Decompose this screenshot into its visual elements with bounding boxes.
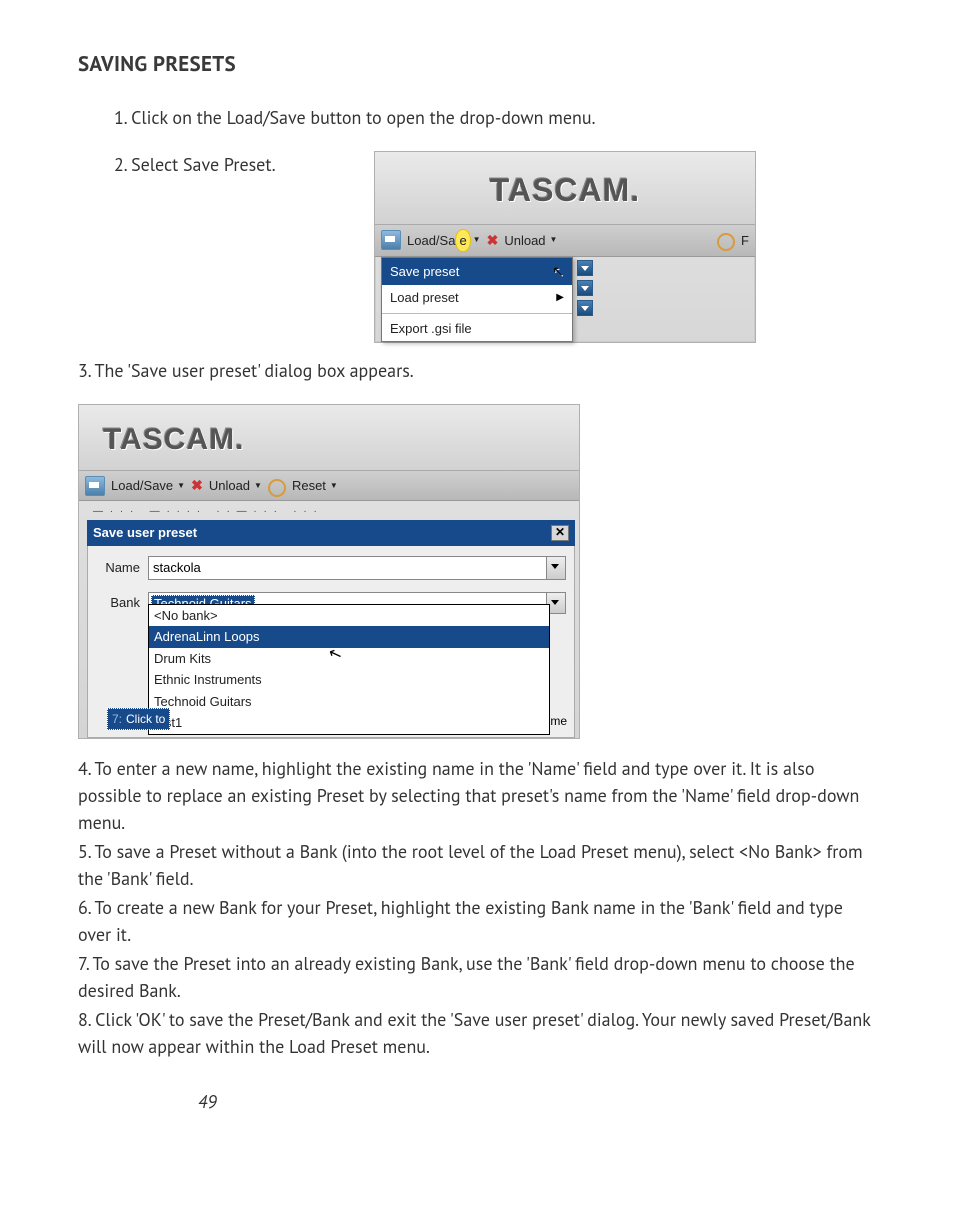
menu-separator — [382, 313, 572, 314]
unload-button[interactable]: Unload ▼ — [209, 476, 262, 496]
right-dropdown-buttons — [577, 257, 593, 342]
chevron-down-icon: ▼ — [330, 480, 338, 492]
dropdown-button[interactable] — [577, 260, 593, 276]
dropdown-button[interactable] — [577, 300, 593, 316]
dialog-badge: — · · · — · · · · · · — · · · · · · — [93, 504, 575, 519]
name-dropdown-button[interactable] — [547, 556, 566, 580]
loadsave-button[interactable]: Load/Save ▼ — [111, 476, 185, 496]
dropdown-button[interactable] — [577, 280, 593, 296]
unload-button[interactable]: Unload ▼ — [504, 231, 557, 251]
toolbar-2: Load/Save ▼ ✖ Unload ▼ Reset ▼ — [79, 471, 579, 501]
reset-label: Reset — [292, 476, 326, 496]
bank-option-ethnic[interactable]: Ethnic Instruments — [149, 669, 549, 691]
dialog-titlebar: Save user preset ✕ — [87, 520, 575, 546]
chevron-down-icon: ▼ — [177, 480, 185, 492]
reset-label-fragment: F — [741, 231, 749, 251]
close-button[interactable]: ✕ — [551, 525, 569, 541]
x-icon: ✖ — [487, 230, 499, 251]
para-6: 6. To create a new Bank for your Preset,… — [78, 894, 876, 948]
highlight-circle-icon: e — [455, 229, 470, 253]
para-4: 4. To enter a new name, highlight the ex… — [78, 755, 876, 836]
loadsave-label: Load/Save — [111, 476, 173, 496]
cursor-icon: ↖ — [552, 261, 564, 282]
loadsave-button[interactable]: Load/Sa e ▼ — [407, 229, 481, 253]
x-icon: ✖ — [191, 475, 203, 496]
bank-option-drumkits[interactable]: Drum Kits — [149, 648, 549, 670]
bank-option-adrenalinn[interactable]: AdrenaLinn Loops — [149, 626, 549, 648]
page-heading: SAVING PRESETS — [78, 48, 876, 80]
reset-button[interactable]: Reset ▼ — [292, 476, 338, 496]
screenshot-save-user-preset: TASCAM. Load/Save ▼ ✖ Unload ▼ Reset ▼ —… — [78, 404, 580, 739]
chevron-down-icon: ▼ — [550, 234, 558, 246]
step-3: 3. The 'Save user preset' dialog box app… — [78, 357, 876, 384]
para-8: 8. Click 'OK' to save the Preset/Bank an… — [78, 1006, 876, 1060]
bank-option-nobank[interactable]: <No bank> — [149, 605, 549, 627]
menu-save-preset[interactable]: Save preset ↖ — [382, 258, 572, 285]
click-to-fragment: 7: Click to — [107, 708, 170, 730]
disk-icon — [381, 230, 401, 250]
toolbar: Load/Sa e ▼ ✖ Unload ▼ F — [375, 225, 755, 258]
disk-icon — [85, 476, 105, 496]
menu-load-preset-label: Load preset — [390, 288, 459, 308]
reset-icon — [717, 233, 735, 251]
menu-load-preset[interactable]: Load preset ▶ — [382, 285, 572, 311]
unload-label: Unload — [209, 476, 250, 496]
submenu-arrow-icon: ▶ — [556, 290, 564, 305]
name-label: Name — [96, 558, 140, 578]
step-1: 1. Click on the Load/Save button to open… — [114, 104, 876, 131]
page-number: 49 — [198, 1088, 876, 1115]
reset-icon — [268, 479, 286, 497]
menu-export-gsi[interactable]: Export .gsi file — [382, 316, 572, 342]
menu-save-preset-label: Save preset — [390, 262, 459, 282]
loadsave-label-hl: e — [459, 233, 466, 248]
tascam-logo: TASCAM. — [79, 405, 579, 471]
menu-export-gsi-label: Export .gsi file — [390, 319, 472, 339]
loadsave-label-pre: Load/Sa — [407, 231, 455, 251]
click-to-text: Click to — [126, 712, 165, 726]
me-fragment: me — [550, 712, 567, 730]
bank-option-technoid[interactable]: Technoid Guitars — [149, 691, 549, 713]
para-7: 7. To save the Preset into an already ex… — [78, 950, 876, 1004]
bank-option-test1[interactable]: test1 — [149, 712, 549, 734]
chevron-down-icon: ▼ — [473, 234, 481, 246]
tascam-logo: TASCAM. — [375, 152, 755, 225]
click-to-prefix: 7: — [112, 712, 122, 726]
screenshot-load-save-menu: TASCAM. Load/Sa e ▼ ✖ Unload ▼ F — [374, 151, 756, 344]
bank-dropdown-list: <No bank> AdrenaLinn Loops Drum Kits Eth… — [148, 604, 550, 735]
loadsave-dropdown: Save preset ↖ Load preset ▶ Export .gsi … — [381, 257, 573, 342]
chevron-down-icon: ▼ — [254, 480, 262, 492]
unload-label: Unload — [504, 231, 545, 251]
para-5: 5. To save a Preset without a Bank (into… — [78, 838, 876, 892]
step-2: 2. Select Save Preset. — [114, 151, 374, 178]
dialog-title: Save user preset — [93, 523, 197, 543]
name-field[interactable] — [148, 556, 547, 580]
